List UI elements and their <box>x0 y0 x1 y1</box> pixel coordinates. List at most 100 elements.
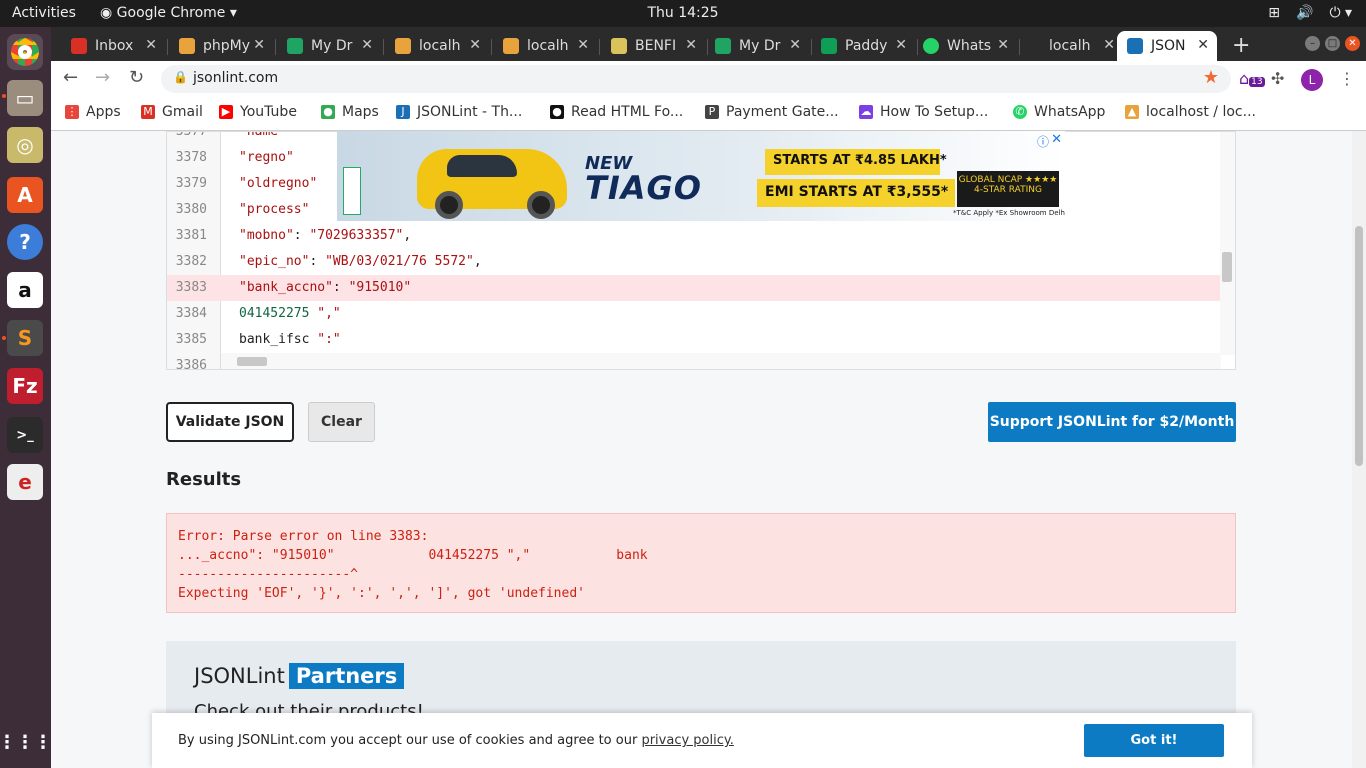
scroll-thumb[interactable] <box>1222 252 1232 282</box>
validate-json-button[interactable]: Validate JSON <box>166 402 294 442</box>
page-scrollbar[interactable] <box>1352 131 1366 768</box>
close-window-button[interactable]: ✕ <box>1345 36 1360 51</box>
bookmark-label: localhost / loc... <box>1146 104 1256 120</box>
line-number: 3380 <box>175 202 207 217</box>
filezilla-launcher[interactable]: Fz <box>7 368 43 404</box>
maximize-button[interactable]: □ <box>1325 36 1340 51</box>
clear-button[interactable]: Clear <box>308 402 375 442</box>
running-indicator <box>2 94 6 98</box>
tab[interactable]: localh ✕ <box>1019 31 1123 61</box>
tab[interactable]: Inbox ✕ <box>61 31 165 61</box>
divider <box>491 39 492 55</box>
tab-label: Inbox <box>95 38 134 54</box>
bookmark-youtube[interactable]: ▶ YouTube <box>219 104 297 120</box>
code-line: 3385 bank_ifsc ":" <box>167 327 1221 353</box>
doc-icon <box>611 38 627 54</box>
terminal-launcher[interactable]: >_ <box>7 417 43 453</box>
json-key: "regno" <box>239 150 294 165</box>
error-line: 3383 "bank_accno": "915010" <box>167 275 1221 301</box>
puzzle-icon[interactable]: ✣ <box>1271 69 1284 88</box>
action-row: Validate JSON Clear Support JSONLint for… <box>166 402 1236 442</box>
privacy-policy-link[interactable]: privacy policy. <box>641 733 733 748</box>
show-apps-button[interactable]: ⋮⋮⋮ <box>0 724 52 760</box>
tab[interactable]: localh ✕ <box>385 31 489 61</box>
back-button[interactable]: ← <box>63 67 78 88</box>
tab[interactable]: My Dr ✕ <box>277 31 381 61</box>
close-icon[interactable]: ✕ <box>469 37 481 53</box>
payment-icon: P <box>705 105 719 119</box>
bookmark-gmail[interactable]: M Gmail <box>141 104 203 120</box>
minimize-button[interactable]: – <box>1305 36 1320 51</box>
close-icon[interactable]: ✕ <box>997 37 1009 53</box>
close-icon[interactable]: ✕ <box>1197 37 1209 53</box>
line-number: 3385 <box>175 332 207 347</box>
close-icon[interactable]: ✕ <box>361 37 373 53</box>
files-icon: ▭ <box>15 86 35 110</box>
help-icon: ? <box>19 230 31 254</box>
scroll-thumb[interactable] <box>1355 226 1363 466</box>
system-tray[interactable]: ⊞ 🔊 ⏻ ▾ <box>1268 5 1352 21</box>
tab[interactable]: localh ✕ <box>493 31 597 61</box>
json-key: "oldregno" <box>239 176 318 191</box>
gmail-icon <box>71 38 87 54</box>
bookmark-read-html[interactable]: ● Read HTML Fo... <box>550 104 683 120</box>
close-icon[interactable]: ✕ <box>789 37 801 53</box>
support-button[interactable]: Support JSONLint for $2/Month <box>988 402 1236 442</box>
activities-button[interactable]: Activities <box>12 5 76 21</box>
close-icon[interactable]: ✕ <box>685 37 697 53</box>
scroll-thumb[interactable] <box>237 357 267 366</box>
extension-icon[interactable]: ⌂ 13 <box>1239 69 1265 88</box>
got-it-button[interactable]: Got it! <box>1084 724 1224 757</box>
files-launcher[interactable]: ▭ <box>7 80 43 116</box>
chrome-launcher[interactable] <box>7 34 43 70</box>
bookmark-label: Maps <box>342 104 379 120</box>
tab-active[interactable]: JSON ✕ <box>1117 31 1217 61</box>
sublime-launcher[interactable]: S <box>7 320 43 356</box>
bookmark-localhost[interactable]: ▲ localhost / loc... <box>1125 104 1256 120</box>
editor-launcher[interactable]: e <box>7 464 43 500</box>
cookie-text: By using JSONLint.com you accept our use… <box>178 733 734 748</box>
bookmark-apps[interactable]: ⋮ Apps <box>65 104 121 120</box>
tab-label: My Dr <box>739 38 781 54</box>
tab[interactable]: phpMy ✕ <box>169 31 273 61</box>
bookmark-jsonlint[interactable]: J JSONLint - Th... <box>396 104 522 120</box>
tab[interactable]: Paddy ✕ <box>811 31 915 61</box>
ad-model-text: TIAGO <box>585 169 702 207</box>
help-launcher[interactable]: ? <box>7 224 43 260</box>
tab-label: JSON <box>1151 38 1186 54</box>
tab-label: localh <box>419 38 461 54</box>
medium-icon: ● <box>550 105 564 119</box>
avatar[interactable]: L <box>1301 69 1323 91</box>
rhythmbox-launcher[interactable]: ◎ <box>7 127 43 163</box>
tab[interactable]: My Dr ✕ <box>705 31 809 61</box>
editor-horizontal-scrollbar[interactable] <box>221 353 1221 369</box>
bookmark-whatsapp[interactable]: ✆ WhatsApp <box>1013 104 1105 120</box>
bookmark-star-icon[interactable]: ★ <box>1203 67 1219 88</box>
software-launcher[interactable]: A <box>7 177 43 213</box>
bookmark-how-to-setup[interactable]: ☁ How To Setup... <box>859 104 988 120</box>
chrome-icon <box>11 38 39 66</box>
close-icon[interactable]: ✕ <box>895 37 907 53</box>
tab[interactable]: Whats ✕ <box>913 31 1017 61</box>
json-string: ":" <box>317 332 341 347</box>
amazon-launcher[interactable]: a <box>7 272 43 308</box>
forward-button[interactable]: → <box>95 67 110 88</box>
address-bar[interactable]: 🔒 jsonlint.com ★ <box>161 65 1231 93</box>
editor-vertical-scrollbar[interactable] <box>1220 132 1235 355</box>
ad-info-icon[interactable]: ⓘ <box>1037 133 1049 150</box>
menu-icon[interactable]: ⋮ <box>1339 69 1355 88</box>
advertisement-banner[interactable]: NEW TIAGO STARTS AT ₹4.85 LAKH* EMI STAR… <box>337 131 1065 221</box>
ad-close-icon[interactable]: ✕ <box>1051 132 1062 147</box>
app-menu[interactable]: ◉ Google Chrome ▾ <box>100 5 237 21</box>
apps-grid-icon: ⋮⋮⋮ <box>0 731 52 753</box>
close-icon[interactable]: ✕ <box>253 37 265 53</box>
close-icon[interactable]: ✕ <box>1103 37 1115 53</box>
wheel-icon <box>435 191 463 219</box>
tab[interactable]: BENFI ✕ <box>601 31 705 61</box>
bookmark-payment[interactable]: P Payment Gate... <box>705 104 839 120</box>
close-icon[interactable]: ✕ <box>145 37 157 53</box>
bookmark-maps[interactable]: ● Maps <box>321 104 379 120</box>
reload-button[interactable]: ↻ <box>129 67 144 88</box>
close-icon[interactable]: ✕ <box>577 37 589 53</box>
new-tab-button[interactable]: + <box>1232 33 1250 58</box>
